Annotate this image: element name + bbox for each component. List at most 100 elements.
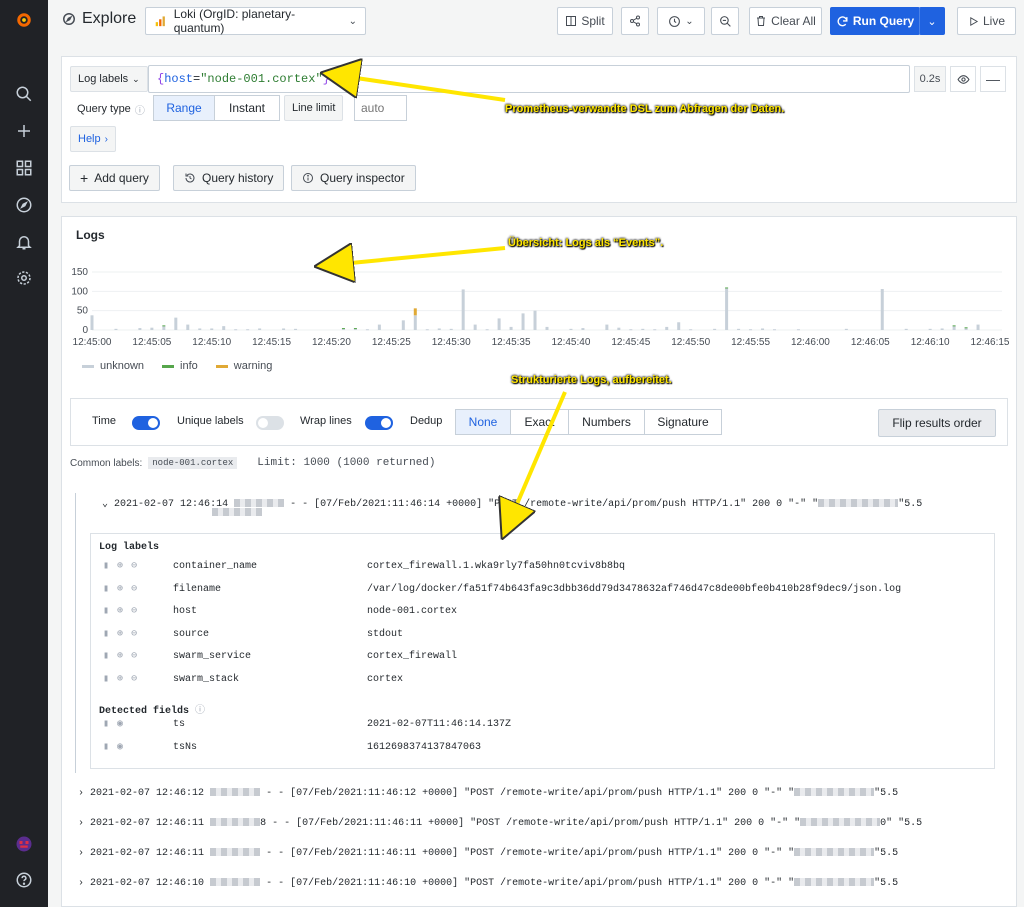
bar-unknown[interactable]: [749, 329, 753, 331]
zoom-out-icon[interactable]: ⊖: [131, 650, 137, 662]
bar-unknown[interactable]: [617, 327, 621, 330]
bar-unknown[interactable]: [940, 328, 944, 330]
bar-unknown[interactable]: [461, 289, 465, 330]
zoom-out-icon[interactable]: ⊖: [131, 628, 137, 640]
bar-unknown[interactable]: [605, 324, 609, 330]
bar-unknown[interactable]: [569, 328, 573, 330]
bar-unknown[interactable]: [473, 324, 477, 330]
share-button[interactable]: [621, 7, 649, 35]
stats-icon[interactable]: ▮: [103, 605, 109, 617]
bar-unknown[interactable]: [294, 328, 298, 330]
bar-unknown[interactable]: [677, 322, 681, 330]
stats-icon[interactable]: ▮: [103, 628, 109, 640]
compass-icon[interactable]: [12, 193, 36, 217]
zoom-out-icon[interactable]: ⊖: [131, 560, 137, 572]
bar-unknown[interactable]: [437, 328, 441, 330]
bar-unknown[interactable]: [449, 328, 453, 330]
help-button[interactable]: Help ›: [70, 126, 116, 152]
bar-unknown[interactable]: [509, 326, 513, 330]
legend-item-info[interactable]: info: [162, 360, 198, 372]
stats-icon[interactable]: ▮: [103, 673, 109, 685]
stats-icon[interactable]: ▮: [103, 560, 109, 572]
query-inspector-button[interactable]: Query inspector: [291, 165, 416, 191]
log-row[interactable]: › 2021-02-07 12:46:12 - - [07/Feb/2021:1…: [78, 788, 898, 799]
bar-info[interactable]: [725, 287, 729, 289]
time-picker-button[interactable]: ⌄: [657, 7, 705, 35]
clear-all-button[interactable]: Clear All: [749, 7, 822, 35]
zoom-in-icon[interactable]: ⊕: [117, 583, 123, 595]
bar-unknown[interactable]: [880, 289, 884, 330]
zoom-in-icon[interactable]: ⊕: [117, 605, 123, 617]
bar-unknown[interactable]: [725, 288, 729, 330]
unique-labels-toggle[interactable]: [256, 416, 284, 430]
zoom-out-icon[interactable]: ⊖: [131, 583, 137, 595]
dedup-none[interactable]: None: [455, 409, 511, 435]
bar-unknown[interactable]: [150, 327, 154, 330]
bar-info[interactable]: [341, 328, 345, 330]
bar-info[interactable]: [952, 325, 956, 327]
legend-item-warning[interactable]: warning: [215, 360, 272, 372]
hide-query-button[interactable]: [950, 66, 976, 92]
bar-unknown[interactable]: [928, 328, 932, 330]
wrap-lines-toggle[interactable]: [365, 416, 393, 430]
help-icon[interactable]: [12, 868, 36, 892]
bar-unknown[interactable]: [485, 329, 489, 331]
bar-unknown[interactable]: [844, 328, 848, 330]
dashboards-icon[interactable]: [12, 156, 36, 180]
bar-unknown[interactable]: [653, 329, 657, 331]
range-toggle[interactable]: Range: [153, 95, 215, 121]
log-row[interactable]: ⌄ 2021-02-07 12:46:14 - - [07/Feb/2021:1…: [78, 487, 922, 521]
bar-unknown[interactable]: [497, 318, 501, 330]
time-toggle[interactable]: [132, 416, 160, 430]
dedup-numbers[interactable]: Numbers: [568, 409, 645, 435]
line-limit-input[interactable]: [354, 95, 407, 121]
log-row[interactable]: › 2021-02-07 12:46:11 - - [07/Feb/2021:1…: [78, 848, 898, 859]
bar-unknown[interactable]: [425, 329, 429, 331]
bar-unknown[interactable]: [521, 313, 525, 330]
dedup-signature[interactable]: Signature: [644, 409, 722, 435]
bar-unknown[interactable]: [904, 328, 908, 330]
bar-unknown[interactable]: [114, 328, 118, 330]
legend-item-unknown[interactable]: unknown: [82, 360, 144, 372]
bar-unknown[interactable]: [365, 329, 369, 331]
bar-unknown[interactable]: [533, 310, 537, 330]
flip-results-button[interactable]: Flip results order: [878, 409, 996, 437]
bar-unknown[interactable]: [796, 329, 800, 331]
eye-icon[interactable]: ◉: [117, 718, 123, 730]
dedup-exact[interactable]: Exact: [510, 409, 569, 435]
bar-info[interactable]: [964, 327, 968, 329]
stats-icon[interactable]: ▮: [103, 650, 109, 662]
log-row[interactable]: › 2021-02-07 12:46:11 8 - - [07/Feb/2021…: [78, 818, 922, 829]
bar-unknown[interactable]: [198, 328, 202, 330]
bar-unknown[interactable]: [964, 328, 968, 330]
bar-unknown[interactable]: [234, 329, 238, 331]
plus-icon[interactable]: [12, 119, 36, 143]
bar-unknown[interactable]: [413, 315, 417, 330]
zoom-out-icon[interactable]: ⊖: [131, 605, 137, 617]
bell-icon[interactable]: [12, 230, 36, 254]
bar-unknown[interactable]: [545, 326, 549, 330]
bar-unknown[interactable]: [174, 317, 178, 330]
stats-icon[interactable]: ▮: [103, 741, 109, 753]
bar-unknown[interactable]: [737, 328, 741, 330]
gear-icon[interactable]: [12, 266, 36, 290]
bar-unknown[interactable]: [976, 324, 980, 330]
bar-unknown[interactable]: [138, 328, 142, 330]
bar-unknown[interactable]: [641, 328, 645, 330]
bar-unknown[interactable]: [282, 328, 286, 330]
run-query-dropdown[interactable]: ⌄: [919, 7, 945, 35]
remove-query-button[interactable]: —: [980, 66, 1006, 92]
add-query-button[interactable]: + Add query: [69, 165, 160, 191]
bar-unknown[interactable]: [162, 326, 166, 330]
run-query-button[interactable]: Run Query: [830, 7, 920, 35]
zoom-in-icon[interactable]: ⊕: [117, 560, 123, 572]
eye-icon[interactable]: ◉: [117, 741, 123, 753]
query-input[interactable]: {host = "node-001.cortex"}: [148, 65, 910, 93]
live-button[interactable]: Live: [957, 7, 1016, 35]
zoom-out-icon[interactable]: ⊖: [131, 673, 137, 685]
grafana-logo-icon[interactable]: [12, 8, 36, 32]
bar-unknown[interactable]: [377, 324, 381, 330]
bar-unknown[interactable]: [258, 328, 262, 330]
query-history-button[interactable]: Query history: [173, 165, 285, 191]
stats-icon[interactable]: ▮: [103, 718, 109, 730]
